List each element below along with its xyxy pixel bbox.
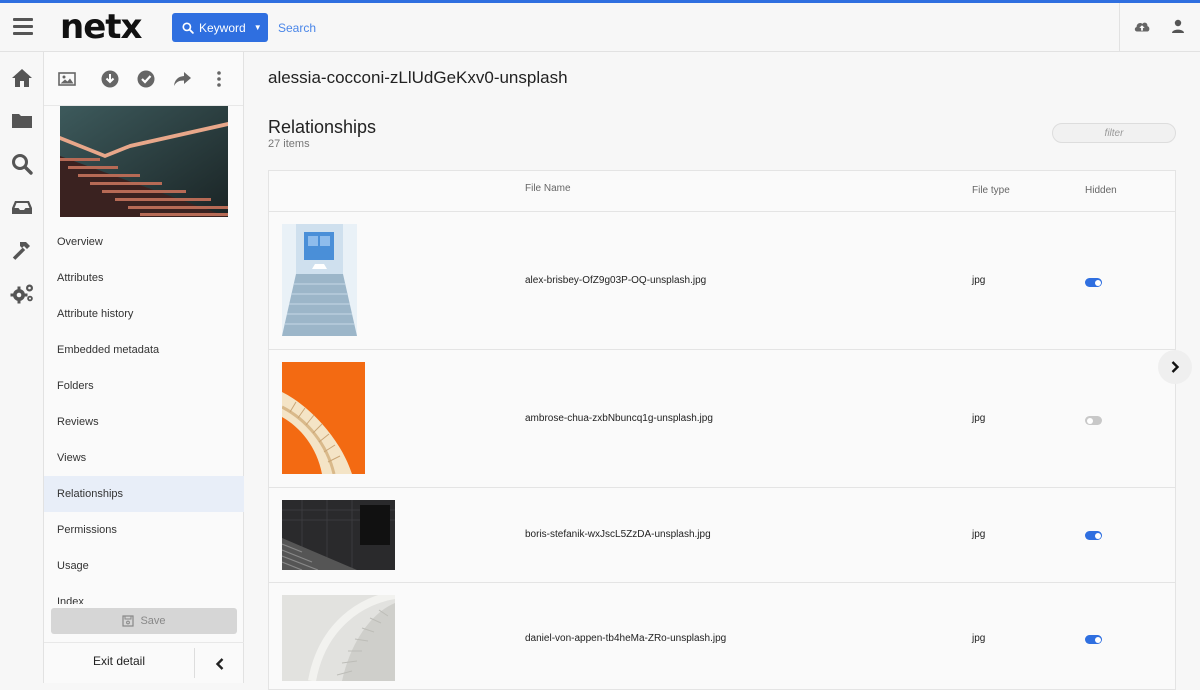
user-icon[interactable] [1170, 18, 1188, 36]
hidden-toggle[interactable] [1085, 635, 1102, 644]
share-icon[interactable] [172, 69, 192, 89]
column-header-file-type[interactable]: File type [972, 185, 1010, 196]
menu-item-folders[interactable]: Folders [44, 368, 244, 404]
chevron-right-icon [1171, 361, 1180, 373]
menu-item-usage[interactable]: Usage [44, 548, 244, 584]
asset-detail-panel: Overview Attributes Attribute history Em… [44, 52, 244, 683]
asset-preview-image[interactable] [60, 106, 228, 217]
next-asset-button[interactable] [1158, 350, 1192, 384]
menu-item-embedded-metadata[interactable]: Embedded metadata [44, 332, 244, 368]
row-thumbnail[interactable] [282, 500, 395, 570]
collapse-panel-button[interactable] [195, 643, 244, 684]
hidden-toggle[interactable] [1085, 531, 1102, 540]
cloud-upload-icon[interactable] [1133, 18, 1151, 36]
menu-item-permissions[interactable]: Permissions [44, 512, 244, 548]
menu-item-views[interactable]: Views [44, 440, 244, 476]
menu-item-relationships[interactable]: Relationships [44, 476, 244, 512]
more-vertical-icon[interactable] [209, 69, 229, 89]
relationships-table: File Name File type Hidden alex-brisbey-… [268, 170, 1176, 690]
hammer-icon[interactable] [10, 238, 34, 262]
top-divider [1119, 3, 1120, 52]
row-file-name[interactable]: daniel-von-appen-tb4heMa-ZRo-unsplash.jp… [525, 633, 726, 644]
row-thumbnail[interactable] [282, 362, 365, 474]
row-file-type: jpg [972, 275, 986, 286]
chevron-left-icon [215, 657, 223, 670]
row-thumbnail[interactable] [282, 595, 395, 681]
row-file-type: jpg [972, 413, 986, 424]
row-file-type: jpg [972, 529, 986, 540]
row-thumbnail[interactable] [282, 224, 357, 336]
exit-detail-button[interactable]: Exit detail [44, 643, 194, 684]
table-header: File Name File type Hidden [269, 171, 1175, 212]
save-button[interactable]: Save [51, 608, 237, 634]
main-content: alessia-cocconi-zLlUdGeKxv0-unsplash Rel… [244, 52, 1200, 690]
inbox-icon[interactable] [10, 195, 34, 219]
table-row[interactable]: daniel-von-appen-tb4heMa-ZRo-unsplash.jp… [269, 583, 1175, 689]
item-count: 27 items [268, 138, 310, 150]
section-title: Relationships [268, 117, 377, 137]
caret-down-icon: ▼ [253, 23, 262, 32]
download-icon[interactable] [100, 69, 120, 89]
row-file-name[interactable]: boris-stefanik-wxJscL5ZzDA-unsplash.jpg [525, 529, 711, 540]
hidden-toggle[interactable] [1085, 278, 1102, 287]
column-header-file-name[interactable]: File Name [525, 183, 571, 194]
hamburger-menu-icon[interactable] [13, 18, 33, 36]
table-row[interactable]: alex-brisbey-OfZ9g03P-OQ-unsplash.jpg jp… [269, 212, 1175, 350]
settings-icon[interactable] [10, 281, 34, 305]
row-file-type: jpg [972, 633, 986, 644]
menu-item-attribute-history[interactable]: Attribute history [44, 296, 244, 332]
menu-item-overview[interactable]: Overview [44, 224, 244, 260]
menu-item-reviews[interactable]: Reviews [44, 404, 244, 440]
search-icon [182, 21, 194, 34]
asset-title: alessia-cocconi-zLlUdGeKxv0-unsplash [268, 68, 568, 87]
table-row[interactable]: ambrose-chua-zxbNbuncq1g-unsplash.jpg jp… [269, 350, 1175, 488]
save-icon [122, 615, 135, 627]
folder-icon[interactable] [10, 109, 34, 133]
home-icon[interactable] [10, 66, 34, 90]
row-file-name[interactable]: ambrose-chua-zxbNbuncq1g-unsplash.jpg [525, 413, 713, 424]
menu-item-attributes[interactable]: Attributes [44, 260, 244, 296]
left-nav [0, 52, 44, 683]
row-file-name[interactable]: alex-brisbey-OfZ9g03P-OQ-unsplash.jpg [525, 275, 706, 286]
filter-input[interactable] [1052, 123, 1176, 143]
search-icon[interactable] [10, 152, 34, 176]
exit-row: Exit detail [44, 642, 244, 683]
top-bar: netx Keyword ▼ [0, 0, 1200, 52]
checkmark-icon[interactable] [136, 69, 156, 89]
save-label: Save [140, 615, 166, 627]
app-logo[interactable]: netx [60, 7, 142, 47]
table-row[interactable]: boris-stefanik-wxJscL5ZzDA-unsplash.jpg … [269, 488, 1175, 583]
image-icon[interactable] [57, 69, 77, 89]
menu-item-index[interactable]: Index [44, 584, 244, 604]
search-mode-label: Keyword [199, 20, 246, 35]
asset-toolbar [44, 52, 243, 106]
hidden-toggle[interactable] [1085, 416, 1102, 425]
detail-menu: Overview Attributes Attribute history Em… [44, 224, 244, 604]
column-header-hidden[interactable]: Hidden [1085, 185, 1117, 196]
search-input[interactable] [270, 15, 570, 41]
search-mode-dropdown[interactable]: Keyword ▼ [172, 13, 268, 42]
